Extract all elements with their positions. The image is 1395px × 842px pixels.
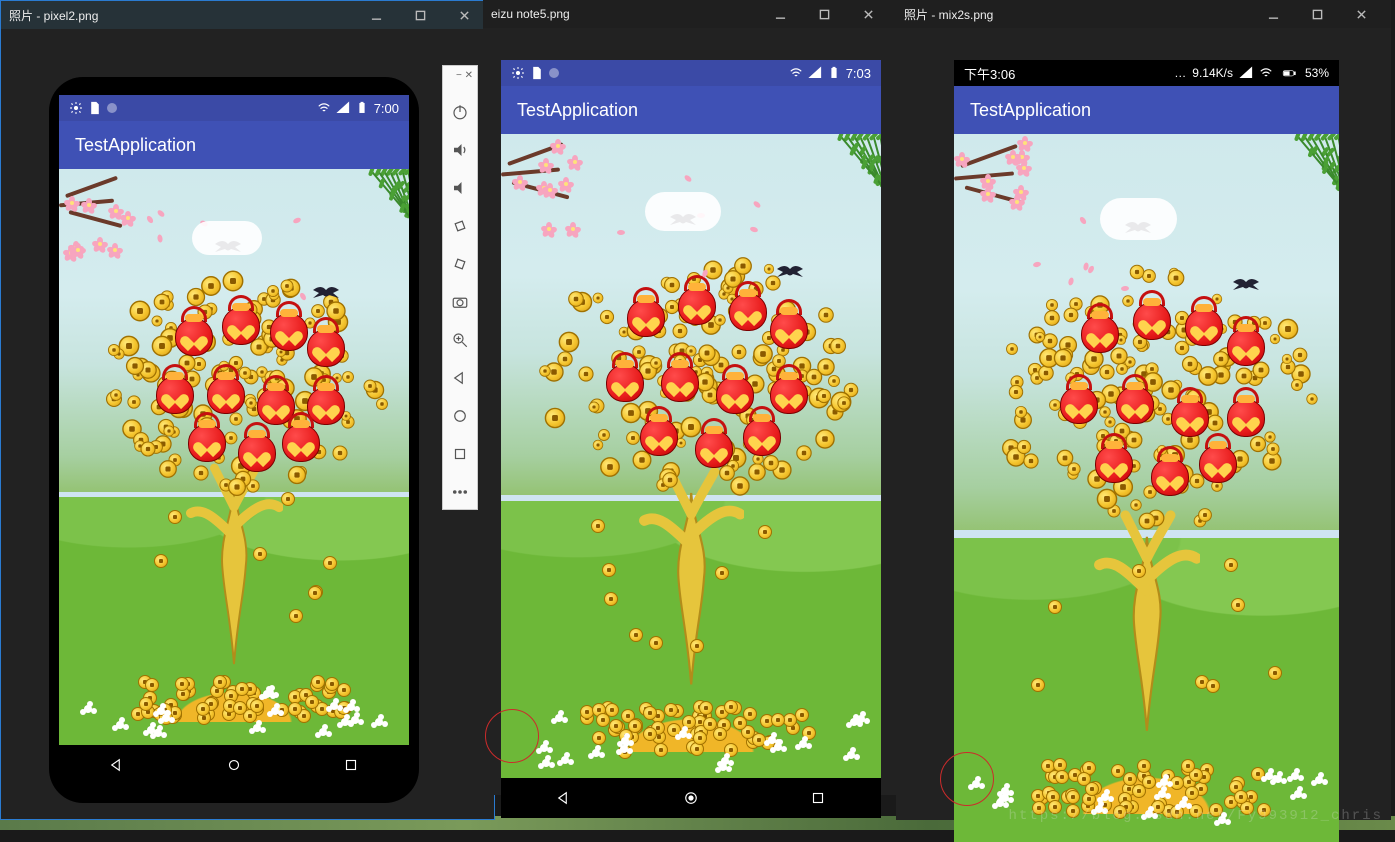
home-circle-icon[interactable] [449, 405, 471, 427]
battery-icon [355, 101, 369, 115]
settings-icon [69, 101, 83, 115]
back-icon[interactable] [449, 367, 471, 389]
photos-window-mix2s: 照片 - mix2s.png 下午3:06 … 9.14K/s 53% [896, 0, 1391, 820]
camera-icon[interactable] [449, 291, 471, 313]
maximize-button[interactable] [398, 1, 442, 29]
app-bar: TestApplication [59, 121, 409, 169]
emulator-close-icon[interactable]: − ✕ [456, 70, 473, 81]
volume-down-icon[interactable] [449, 177, 471, 199]
maximize-button[interactable] [802, 0, 846, 28]
zoom-icon[interactable] [449, 329, 471, 351]
signal-icon [336, 101, 350, 115]
overview-square-icon[interactable] [449, 443, 471, 465]
nav-home-button[interactable] [628, 789, 753, 807]
nav-home-button[interactable] [176, 756, 292, 774]
nav-overview-button[interactable] [755, 789, 880, 807]
nav-back-button[interactable] [502, 789, 627, 807]
photos-window-meizu: eizu note5.png 7:03 [483, 0, 898, 795]
photos-window-pixel2: 照片 - pixel2.png − ✕ [0, 0, 495, 820]
android-navbar [501, 778, 881, 818]
phone-screen: 下午3:06 … 9.14K/s 53% TestApplication [954, 60, 1339, 842]
minimize-button[interactable] [354, 1, 398, 29]
phone-screen: 7:00 TestApplication [59, 95, 409, 785]
titlebar[interactable]: 照片 - pixel2.png [1, 1, 494, 29]
wifi-icon [317, 101, 331, 115]
android-statusbar: 7:03 [501, 60, 881, 86]
app-bar: TestApplication [954, 86, 1339, 134]
close-button[interactable] [442, 1, 486, 29]
android-navbar [59, 745, 409, 785]
app-content [59, 169, 409, 745]
sim-icon [88, 101, 102, 115]
close-button[interactable] [846, 0, 890, 28]
battery-icon [827, 66, 841, 80]
minimize-button[interactable] [1251, 0, 1295, 28]
statusbar-netspeed: 9.14K/s [1192, 66, 1233, 80]
app-title: TestApplication [970, 100, 1091, 121]
statusbar-time: 7:03 [846, 66, 871, 81]
sim-icon [530, 66, 544, 80]
wifi-icon [789, 66, 803, 80]
signal-icon [1239, 66, 1253, 80]
settings-icon [511, 66, 525, 80]
miui-statusbar: 下午3:06 … 9.14K/s 53% [954, 60, 1339, 86]
nav-overview-button[interactable] [293, 756, 409, 774]
app-title: TestApplication [75, 135, 196, 156]
rotate-left-icon[interactable] [449, 215, 471, 237]
emulator-toolbar: − ✕ [442, 65, 478, 510]
signal-icon [808, 66, 822, 80]
app-content [501, 134, 881, 778]
android-statusbar: 7:00 [59, 95, 409, 121]
statusbar-time: 7:00 [374, 101, 399, 116]
battery-icon [1279, 66, 1299, 80]
phone-frame: 7:00 TestApplication [49, 77, 419, 803]
minimize-button[interactable] [758, 0, 802, 28]
window-title: 照片 - pixel2.png [9, 7, 98, 24]
titlebar[interactable]: 照片 - mix2s.png [896, 0, 1391, 28]
app-content [954, 134, 1339, 842]
volume-up-icon[interactable] [449, 139, 471, 161]
statusbar-time-left: 下午3:06 [964, 64, 1015, 83]
maximize-button[interactable] [1295, 0, 1339, 28]
window-title: eizu note5.png [491, 7, 570, 21]
more-icon[interactable] [449, 481, 471, 503]
wifi-icon [1259, 66, 1273, 80]
dot-icon [107, 103, 117, 113]
phone-screen: 7:03 TestApplication [501, 60, 881, 818]
titlebar[interactable]: eizu note5.png [483, 0, 898, 28]
close-button[interactable] [1339, 0, 1383, 28]
power-icon[interactable] [449, 101, 471, 123]
nav-back-button[interactable] [60, 756, 176, 774]
app-title: TestApplication [517, 100, 638, 121]
app-bar: TestApplication [501, 86, 881, 134]
dot-icon [549, 68, 559, 78]
window-title: 照片 - mix2s.png [904, 6, 993, 23]
rotate-right-icon[interactable] [449, 253, 471, 275]
statusbar-battery: 53% [1305, 66, 1329, 80]
